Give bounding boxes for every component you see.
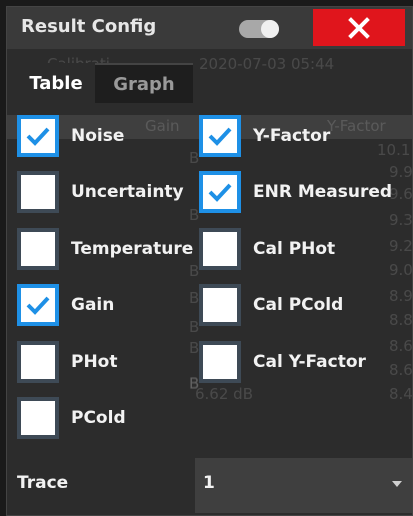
cal-y-factor-checkbox[interactable] xyxy=(199,341,241,383)
option-cal-pcold[interactable]: Cal PCold xyxy=(199,280,343,330)
pcold-checkbox[interactable] xyxy=(17,397,59,439)
toggle-knob xyxy=(261,20,279,38)
trace-value: 1 xyxy=(203,473,215,493)
background-yfactor-cell: 10.1 xyxy=(377,141,411,159)
background-gain-cell: B xyxy=(189,318,200,336)
checkmark-icon xyxy=(26,127,50,146)
option-temperature[interactable]: Temperature xyxy=(17,224,193,274)
y-factor-label: Y-Factor xyxy=(253,126,331,146)
uncertainty-label: Uncertainty xyxy=(71,182,184,202)
pcold-label: PCold xyxy=(71,408,126,428)
background-gain-cell: B xyxy=(189,289,200,307)
gain-checkbox[interactable] xyxy=(17,284,59,326)
phot-label: PHot xyxy=(71,352,118,372)
y-factor-checkbox[interactable] xyxy=(199,115,241,157)
background-yfactor-cell: 8.8 xyxy=(389,311,413,329)
background-yfactor-cell: 9.3 xyxy=(389,211,413,229)
temperature-checkbox[interactable] xyxy=(17,228,59,270)
background-yfactor-cell: 9.6 xyxy=(389,185,413,203)
option-cal-phot[interactable]: Cal PHot xyxy=(199,224,335,274)
background-gain-cell: 6.62 dB xyxy=(195,385,253,403)
dialog-titlebar: Result Config xyxy=(7,7,412,49)
trace-row: Trace 1 xyxy=(7,454,412,515)
toggle-icon[interactable] xyxy=(239,20,279,38)
background-col-gain: Gain xyxy=(145,117,180,135)
background-yfactor-cell: 8.6 xyxy=(389,361,413,379)
cal-phot-checkbox[interactable] xyxy=(199,228,241,270)
background-yfactor-cell: 8.9 xyxy=(389,287,413,305)
background-yfactor-cell: 9.0 xyxy=(389,261,413,279)
cal-phot-label: Cal PHot xyxy=(253,239,336,259)
background-yfactor-cell: 9.2 xyxy=(389,237,413,255)
background-gain-cell: B xyxy=(189,206,200,224)
option-noise[interactable]: Noise xyxy=(17,111,124,161)
cal-pcold-label: Cal PCold xyxy=(253,295,344,315)
tab-graph[interactable]: Graph xyxy=(95,63,193,103)
close-button[interactable] xyxy=(313,9,405,46)
checkmark-icon xyxy=(208,183,232,202)
enr-measured-checkbox[interactable] xyxy=(199,171,241,213)
uncertainty-checkbox[interactable] xyxy=(17,171,59,213)
background-yfactor-cell: 9.9 xyxy=(389,163,413,181)
tab-table[interactable]: Table xyxy=(17,63,95,103)
background-yfactor-cell: 8.4 xyxy=(389,385,413,403)
result-config-dialog: Calibrati 2020-07-03 05:44 Gain Y-Factor… xyxy=(6,6,413,516)
option-phot[interactable]: PHot xyxy=(17,337,118,387)
background-col-yfactor: Y-Factor xyxy=(327,117,386,135)
noise-checkbox[interactable] xyxy=(17,115,59,157)
option-pcold[interactable]: PCold xyxy=(17,393,126,443)
background-timestamp: 2020-07-03 05:44 xyxy=(199,55,335,73)
option-enr-measured[interactable]: ENR Measured xyxy=(199,167,392,217)
enr-measured-label: ENR Measured xyxy=(253,182,393,202)
trace-select[interactable]: 1 xyxy=(195,458,412,513)
noise-label: Noise xyxy=(71,126,125,146)
background-gain-cell: B xyxy=(189,149,200,167)
close-icon xyxy=(348,16,370,39)
option-y-factor[interactable]: Y-Factor xyxy=(199,111,330,161)
cal-y-factor-label: Cal Y-Factor xyxy=(253,352,366,372)
background-gain-cell: B xyxy=(189,339,200,357)
checkmark-icon xyxy=(208,127,232,146)
option-gain[interactable]: Gain xyxy=(17,280,114,330)
trace-label: Trace xyxy=(17,473,69,493)
option-cal-y-factor[interactable]: Cal Y-Factor xyxy=(199,337,366,387)
dialog-title: Result Config xyxy=(21,16,157,37)
background-yfactor-cell: 8.6 xyxy=(389,337,413,355)
checkmark-icon xyxy=(26,296,50,315)
option-uncertainty[interactable]: Uncertainty xyxy=(17,167,184,217)
gain-label: Gain xyxy=(71,295,115,315)
phot-checkbox[interactable] xyxy=(17,341,59,383)
temperature-label: Temperature xyxy=(71,239,194,259)
dropdown-caret-icon xyxy=(392,481,402,487)
cal-pcold-checkbox[interactable] xyxy=(199,284,241,326)
